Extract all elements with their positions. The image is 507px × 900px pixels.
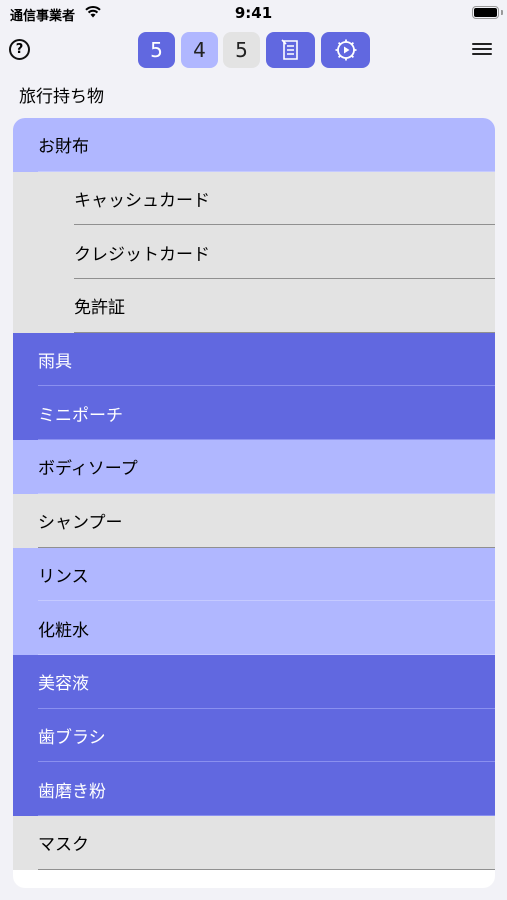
list-button[interactable] <box>266 32 315 68</box>
list-item-label: マスク <box>38 835 89 856</box>
list-item-label: シャンプー <box>38 513 123 534</box>
list-item[interactable]: 免許証 <box>13 279 495 333</box>
checklist: お財布キャッシュカード クレジットカード 免許証雨具ミニポーチボディソープ シャンプー… <box>13 118 495 888</box>
list-item-label: 雨具 <box>38 352 72 373</box>
list-item-label: お財布 <box>38 137 89 158</box>
list-item-label: ボディソープ <box>38 459 138 480</box>
list-item[interactable]: マスク <box>13 815 495 870</box>
count-button-2[interactable]: 4 <box>181 32 218 68</box>
list-item[interactable]: ミニポーチ <box>13 386 495 441</box>
status-bar: 通信事業者 9:41 <box>0 0 507 28</box>
list-icon <box>281 39 298 60</box>
list-item[interactable]: シャンプー <box>13 493 495 548</box>
battery-tip <box>501 10 503 15</box>
menu-icon[interactable] <box>472 43 492 57</box>
list-item-label: クレジットカード <box>74 244 210 265</box>
list-item[interactable]: キャッシュカード <box>13 171 495 226</box>
list-item-label: 免許証 <box>74 298 125 319</box>
settings-button[interactable] <box>321 32 370 68</box>
row-divider <box>38 868 495 870</box>
list-item[interactable]: リンス <box>13 547 495 602</box>
count-button-3[interactable]: 5 <box>223 32 260 68</box>
list-item[interactable]: 化粧水 <box>13 601 495 655</box>
list-item[interactable]: 雨具 <box>13 332 495 387</box>
list-item-label: キャッシュカード <box>74 191 210 212</box>
status-time: 9:41 <box>234 4 273 22</box>
list-title: 旅行持ち物 <box>19 87 104 107</box>
list-item[interactable]: クレジットカード <box>13 225 495 280</box>
help-button[interactable]: ? <box>9 39 30 60</box>
gear-play-icon <box>335 39 357 61</box>
list-item-label: 美容液 <box>38 674 89 695</box>
list-item-label: ミニポーチ <box>38 405 123 426</box>
list-item[interactable]: ボディソープ <box>13 440 495 494</box>
list-item[interactable]: 美容液 <box>13 654 495 709</box>
list-item[interactable]: 歯ブラシ <box>13 708 495 763</box>
count-button-1[interactable]: 5 <box>138 32 175 68</box>
list-item-label: 歯ブラシ <box>38 727 106 748</box>
list-item-label: 化粧水 <box>38 620 89 641</box>
battery-icon <box>472 6 499 19</box>
list-item[interactable]: お財布 <box>13 118 495 172</box>
toolbar: ? 5 4 5 <box>0 30 507 70</box>
list-item-label: 歯磨き粉 <box>38 781 106 802</box>
list-item[interactable]: 歯磨き粉 <box>13 762 495 816</box>
list-item-label: リンス <box>38 566 89 587</box>
